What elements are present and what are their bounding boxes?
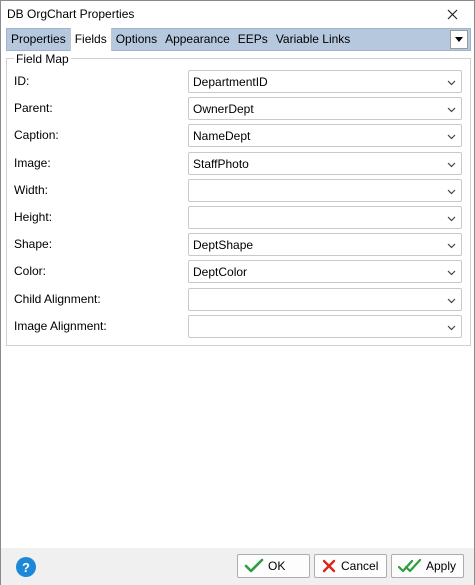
apply-button[interactable]: Apply	[391, 554, 464, 578]
chevron-down-icon	[447, 298, 456, 303]
title-bar: DB OrgChart Properties	[1, 1, 474, 28]
chevron-down-icon	[447, 134, 456, 140]
field-select-value: DeptShape	[193, 238, 254, 253]
field-label: Shape:	[14, 237, 53, 252]
chevron-down-icon	[447, 80, 456, 86]
field-select[interactable]	[188, 206, 462, 229]
cross-icon	[322, 559, 336, 573]
field-row: Image Alignment:	[7, 314, 472, 338]
field-row: Image: StaffPhoto	[7, 151, 472, 175]
tab-eeps[interactable]: EEPs	[234, 29, 272, 50]
field-select[interactable]	[188, 314, 462, 338]
tab-variable-links[interactable]: Variable Links	[272, 29, 354, 50]
field-map-group: Field Map ID: DepartmentID Parent: OwnerDep…	[6, 52, 472, 346]
chevron-down-icon	[447, 107, 456, 113]
field-label: Height:	[14, 210, 53, 224]
chevron-down-icon	[447, 189, 456, 195]
ok-button[interactable]: OK	[237, 554, 310, 578]
field-row: Height:	[7, 206, 472, 229]
field-select[interactable]: DepartmentID	[188, 70, 462, 93]
field-label: Image:	[14, 155, 51, 170]
field-select[interactable]: DeptShape	[188, 233, 462, 257]
caret-down-icon	[455, 37, 463, 42]
ok-button-label: OK	[268, 559, 286, 573]
chevron-down-icon	[447, 216, 456, 222]
cancel-button[interactable]: Cancel	[314, 554, 387, 578]
field-row: Color: DeptColor	[7, 260, 472, 284]
field-select-value: DeptColor	[193, 265, 248, 280]
apply-button-label: Apply	[426, 559, 457, 573]
field-row: Parent: OwnerDept	[7, 97, 472, 121]
field-label: ID:	[14, 74, 30, 88]
tab-bar: Properties Fields Options Appearance EEP…	[6, 28, 471, 51]
field-select[interactable]: NameDept	[188, 124, 462, 148]
tab-overflow-button[interactable]	[450, 30, 468, 49]
button-bar: ? OK Cancel Apply	[1, 548, 474, 585]
chevron-down-icon	[447, 325, 456, 331]
cancel-button-label: Cancel	[341, 559, 379, 573]
field-select-value: OwnerDept	[193, 102, 254, 117]
field-select-value: NameDept	[193, 129, 251, 144]
field-select[interactable]: DeptColor	[188, 260, 462, 284]
tab-properties[interactable]: Properties	[7, 29, 70, 50]
field-select[interactable]	[188, 287, 462, 311]
field-select[interactable]	[188, 178, 462, 202]
window-title: DB OrgChart Properties	[7, 7, 135, 21]
checkmark-icon	[244, 558, 264, 573]
properties-dialog: DB OrgChart Properties Properties Fields…	[0, 0, 475, 585]
field-select-value: StaffPhoto	[193, 156, 249, 171]
field-row: Width:	[7, 178, 472, 202]
field-label: Caption:	[14, 128, 59, 143]
close-button[interactable]	[430, 1, 474, 28]
field-row: Shape: DeptShape	[7, 233, 472, 257]
field-label: Width:	[14, 182, 49, 197]
field-label: Color:	[14, 264, 47, 279]
close-icon	[447, 9, 457, 20]
field-map-legend: Field Map	[14, 52, 71, 66]
field-row: Caption: NameDept	[7, 124, 472, 148]
help-icon[interactable]: ?	[16, 557, 36, 577]
tab-options[interactable]: Options	[112, 29, 161, 50]
field-select[interactable]: OwnerDept	[188, 97, 462, 121]
field-select[interactable]: StaffPhoto	[188, 151, 462, 175]
double-checkmark-icon	[398, 558, 422, 573]
chevron-down-icon	[447, 162, 456, 167]
tab-appearance[interactable]: Appearance	[161, 29, 234, 50]
field-row: ID: DepartmentID	[7, 70, 472, 93]
field-select-value: DepartmentID	[193, 75, 268, 89]
tab-fields[interactable]: Fields	[69, 28, 112, 51]
chevron-down-icon	[447, 243, 456, 249]
field-row: Child Alignment:	[7, 287, 472, 311]
chevron-down-icon	[447, 270, 456, 276]
field-label: Image Alignment:	[14, 318, 107, 333]
field-label: Child Alignment:	[14, 291, 101, 306]
field-label: Parent:	[14, 101, 53, 116]
